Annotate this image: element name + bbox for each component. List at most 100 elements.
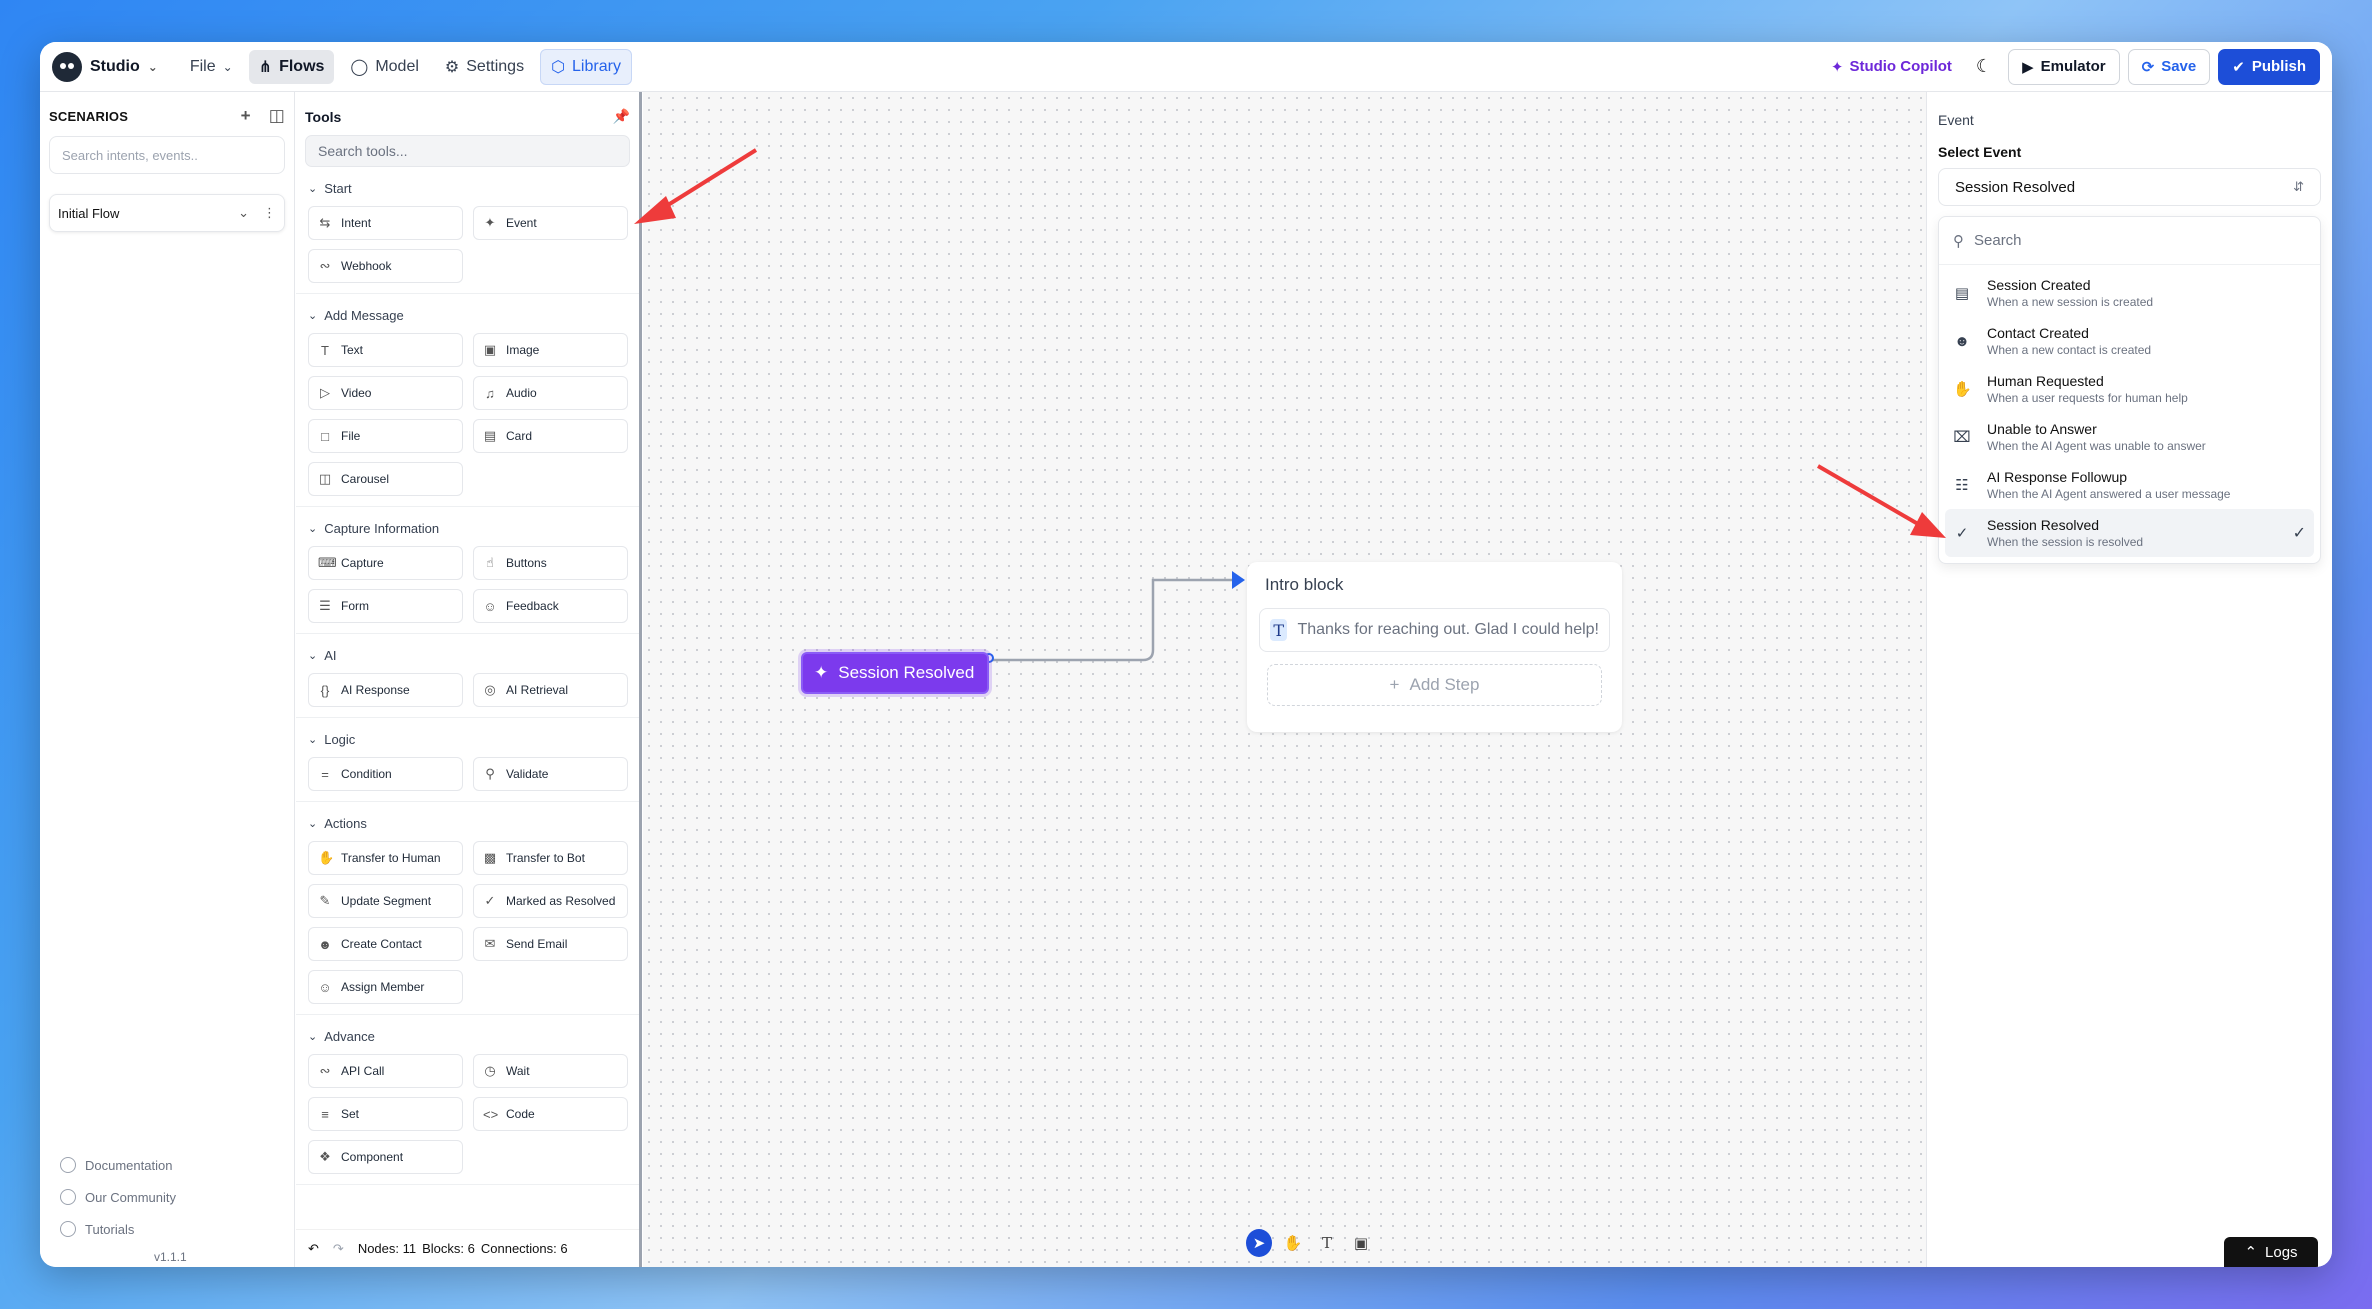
tool-image[interactable]: ▣ Image xyxy=(473,333,628,367)
tool-send-email[interactable]: ✉ Send Email xyxy=(473,927,628,961)
image-icon[interactable]: ▣ xyxy=(1348,1229,1374,1257)
event-option-contact-created[interactable]: ☻ Contact Created When a new contact is cr… xyxy=(1945,317,2314,365)
tool-set[interactable]: ≡ Set xyxy=(308,1097,463,1131)
text-step[interactable]: T Thanks for reaching out. Glad I could … xyxy=(1259,608,1610,652)
add-step-button[interactable]: + Add Step xyxy=(1267,664,1602,706)
add-icon[interactable]: + xyxy=(241,106,251,126)
buttons-icon: ☝ xyxy=(486,555,494,570)
tool-intent[interactable]: ⇆ Intent xyxy=(308,206,463,240)
undo-icon[interactable]: ↶ xyxy=(308,1241,319,1257)
tool-create-contact[interactable]: ☻ Create Contact xyxy=(308,927,463,961)
capture-icon: ⌨ xyxy=(318,555,337,570)
tool-validate[interactable]: ⚲ Validate xyxy=(473,757,628,791)
logs-button[interactable]: ⌃ Logs xyxy=(2224,1237,2318,1267)
event-option-human-requested[interactable]: ✋ Human Requested When a user requests for… xyxy=(1945,365,2314,413)
tool-buttons[interactable]: ☝ Buttons xyxy=(473,546,628,580)
hand-icon: ✋ xyxy=(1953,381,1972,398)
tool-video[interactable]: ▷ Video xyxy=(308,376,463,410)
tool-api-call[interactable]: ∾ API Call xyxy=(308,1054,463,1088)
chevron-down-icon: ⌄ xyxy=(308,734,318,746)
webhook-icon: ∾ xyxy=(319,258,331,273)
pointer-icon[interactable]: ➤ xyxy=(1246,1229,1272,1257)
event-option-session-resolved[interactable]: ✓ Session Resolved When the session is res… xyxy=(1945,509,2314,557)
event-option-ai-response-followup[interactable]: ☷ AI Response Followup When the AI Agent a… xyxy=(1945,461,2314,509)
hand-icon[interactable]: ✋ xyxy=(1280,1229,1306,1257)
tool-form[interactable]: ☰ Form xyxy=(308,589,463,623)
form-icon: ☰ xyxy=(319,598,331,613)
menu-settings[interactable]: ⚙ Settings xyxy=(435,50,534,84)
tool-feedback[interactable]: ☺ Feedback xyxy=(473,589,628,623)
tool-ai-response[interactable]: {} AI Response xyxy=(308,673,463,707)
tool-condition[interactable]: = Condition xyxy=(308,757,463,791)
cube-icon: ⬡ xyxy=(551,58,566,76)
tool-section-ai: ⌄ AI{} AI Response ◎ AI Retrieval xyxy=(296,634,639,718)
menu-file[interactable]: File ⌄ xyxy=(180,51,243,83)
youtube-icon xyxy=(60,1221,76,1237)
tool-assign-member[interactable]: ☺ Assign Member xyxy=(308,970,463,1004)
tool-card[interactable]: ▤ Card xyxy=(473,419,628,453)
flow-item-initial[interactable]: Initial Flow ⌄ ⋮ xyxy=(49,194,285,232)
tool-component[interactable]: ❖ Component xyxy=(308,1140,463,1174)
publish-button[interactable]: ✔ Publish xyxy=(2218,48,2320,85)
text-tool-icon[interactable]: T xyxy=(1314,1229,1340,1257)
documentation-link[interactable]: Documentation xyxy=(60,1157,176,1173)
tool-section-actions: ⌄ Actions ✋ Transfer to Human ▩ Transfer to B… xyxy=(296,802,639,1015)
save-button[interactable]: ⟳ Save xyxy=(2127,48,2211,85)
tool-capture[interactable]: ⌨ Capture xyxy=(308,546,463,580)
tool-update-segment[interactable]: ✎ Update Segment xyxy=(308,884,463,918)
section-header[interactable]: ⌄ Logic xyxy=(296,718,639,757)
tool-audio[interactable]: ♫ Audio xyxy=(473,376,628,410)
tutorials-link[interactable]: Tutorials xyxy=(60,1221,176,1237)
update-segment-icon: ✎ xyxy=(319,893,331,908)
pin-icon[interactable]: 📌 xyxy=(613,108,630,125)
section-header[interactable]: ⌄ Capture Information xyxy=(296,507,639,546)
section-header[interactable]: ⌄ Advance xyxy=(296,1015,639,1054)
menu-flows[interactable]: ⋔ Flows xyxy=(248,49,335,84)
event-select[interactable]: Session Resolved ⇵ xyxy=(1938,168,2321,206)
tool-text[interactable]: T Text xyxy=(308,333,463,367)
flow-canvas[interactable]: ✦ Session Resolved Intro block T Thanks … xyxy=(643,92,1926,1267)
chevron-down-icon[interactable]: ⌄ xyxy=(238,205,249,221)
section-header[interactable]: ⌄ AI xyxy=(296,634,639,673)
info-icon xyxy=(60,1157,76,1173)
tools-search-input[interactable]: Search tools... xyxy=(305,135,630,167)
menu-model[interactable]: ◯ Model xyxy=(340,50,428,84)
moon-icon[interactable]: ☾ xyxy=(1968,56,2000,77)
tool-file[interactable]: □ File xyxy=(308,419,463,453)
api-call-icon: ∾ xyxy=(319,1063,331,1078)
section-header[interactable]: ⌄ Start xyxy=(296,167,639,206)
bot-icon xyxy=(52,51,82,82)
studio-logo[interactable]: Studio ⌄ xyxy=(52,51,158,82)
tool-code[interactable]: <> Code xyxy=(473,1097,628,1131)
more-icon[interactable]: ⋮ xyxy=(263,205,276,221)
tool-wait[interactable]: ◷ Wait xyxy=(473,1054,628,1088)
event-search-input[interactable]: ⚲ Search xyxy=(1939,217,2320,265)
community-link[interactable]: Our Community xyxy=(60,1189,176,1205)
menu-library[interactable]: ⬡ Library xyxy=(540,48,632,85)
event-option-unable-to-answer[interactable]: ⌧ Unable to Answer When the AI Agent was u… xyxy=(1945,413,2314,461)
section-header[interactable]: ⌄ Add Message xyxy=(296,294,639,333)
sidebar-toggle-icon[interactable]: ◫ xyxy=(269,106,285,126)
tool-webhook[interactable]: ∾ Webhook xyxy=(308,249,463,283)
tool-transfer-to-human[interactable]: ✋ Transfer to Human xyxy=(308,841,463,875)
tool-ai-retrieval[interactable]: ◎ AI Retrieval xyxy=(473,673,628,707)
section-header[interactable]: ⌄ Actions xyxy=(296,802,639,841)
set-icon: ≡ xyxy=(321,1106,329,1122)
event-node[interactable]: ✦ Session Resolved xyxy=(801,652,989,694)
text-icon: T xyxy=(1270,619,1288,641)
intro-block[interactable]: Intro block T Thanks for reaching out. G… xyxy=(1247,562,1622,732)
tool-marked-as-resolved[interactable]: ✓ Marked as Resolved xyxy=(473,884,628,918)
feedback-icon: ☺ xyxy=(483,598,497,614)
transfer-to-human-icon: ✋ xyxy=(318,850,335,865)
tool-carousel[interactable]: ◫ Carousel xyxy=(308,462,463,496)
tool-transfer-to-bot[interactable]: ▩ Transfer to Bot xyxy=(473,841,628,875)
event-option-session-created[interactable]: ▤ Session Created When a new session is cr… xyxy=(1945,269,2314,317)
studio-copilot-button[interactable]: ✦ Studio Copilot xyxy=(1823,58,1960,76)
redo-icon[interactable]: ↷ xyxy=(333,1241,344,1257)
tool-event[interactable]: ✦ Event xyxy=(473,206,628,240)
chevron-updown-icon: ⇵ xyxy=(2293,179,2304,194)
refresh-icon: ⟳ xyxy=(2141,58,2155,76)
emulator-button[interactable]: ▶ Emulator xyxy=(2008,48,2120,85)
tool-section-advance: ⌄ Advance ∾ API Call ◷ Wait ≡ Set <> Code ❖ Compone… xyxy=(296,1015,639,1185)
scenario-search-input[interactable]: Search intents, events.. xyxy=(49,136,285,174)
